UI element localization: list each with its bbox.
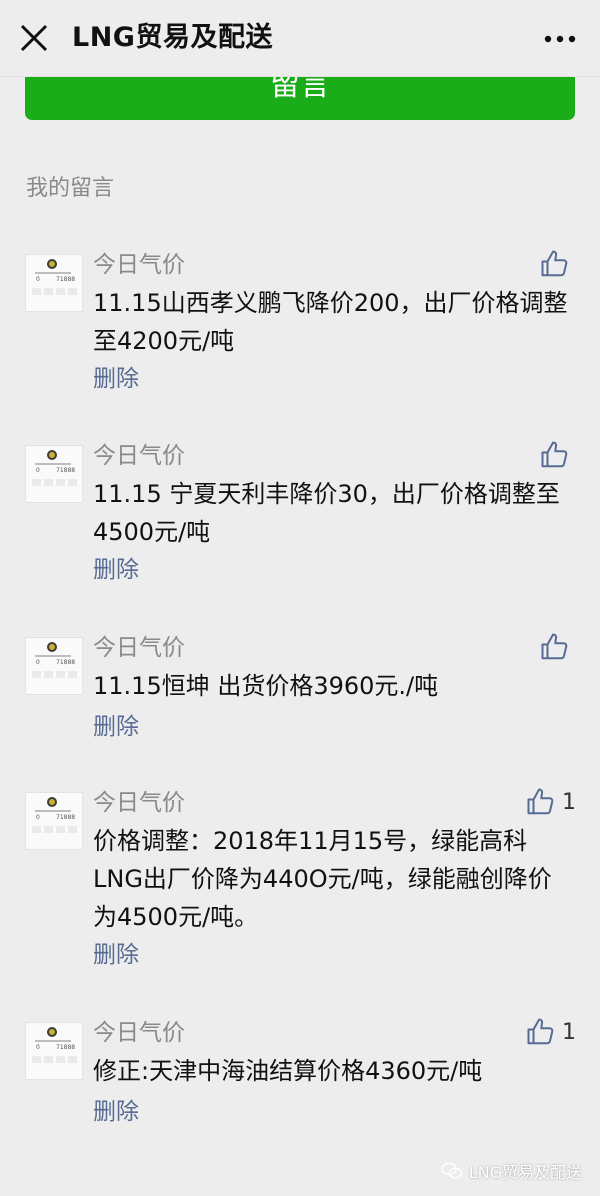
comment-text: 修正:天津中海油结算价格4360元/吨 xyxy=(93,1057,483,1085)
close-button[interactable] xyxy=(12,16,56,60)
delete-link[interactable]: 删除 xyxy=(93,712,139,742)
comment-text: 11.15山西孝义鹏飞降价200，出厂价格调整至4200元/吨 xyxy=(93,289,568,355)
avatar: 0 71888 xyxy=(25,637,83,695)
thumbs-up-icon xyxy=(527,788,554,815)
delete-link[interactable]: 删除 xyxy=(93,1097,139,1127)
like-count: 1 xyxy=(562,789,576,815)
thumbs-up-icon xyxy=(527,1018,554,1045)
section-title: 我的留言 xyxy=(26,176,115,201)
page-title: LNG贸易及配送 xyxy=(72,22,273,53)
avatar: 0 71888 xyxy=(25,1022,83,1080)
comment-nickname: 今日气价 xyxy=(93,443,185,469)
more-icon xyxy=(544,35,576,43)
avatar: 0 71888 xyxy=(25,254,83,312)
watermark-text: LNG贸易及配送 xyxy=(468,1163,582,1182)
like-button[interactable] xyxy=(540,437,576,473)
like-button[interactable] xyxy=(540,246,576,282)
thumbs-up-icon xyxy=(541,441,568,468)
thumbs-up-icon xyxy=(541,633,568,660)
comment-nickname: 今日气价 xyxy=(93,790,185,816)
comment-nickname: 今日气价 xyxy=(93,252,185,278)
more-button[interactable] xyxy=(538,22,582,56)
like-button[interactable] xyxy=(540,629,576,665)
like-count: 1 xyxy=(562,1019,576,1045)
top-bar: LNG贸易及配送 xyxy=(0,0,600,77)
wechat-icon xyxy=(441,1162,462,1179)
watermark: LNG贸易及配送 xyxy=(441,1158,582,1184)
comment-text: 11.15 宁夏天利丰降价30，出厂价格调整至4500元/吨 xyxy=(93,480,560,546)
avatar: 0 71888 xyxy=(25,792,83,850)
delete-link[interactable]: 删除 xyxy=(93,940,139,970)
comment-text: 价格调整：2018年11月15号，绿能高科LNG出厂价降为440O元/吨，绿能融… xyxy=(93,827,552,931)
comment-text: 11.15恒坤 出货价格3960元./吨 xyxy=(93,672,439,700)
delete-link[interactable]: 删除 xyxy=(93,555,139,585)
comment-nickname: 今日气价 xyxy=(93,1020,185,1046)
avatar: 0 71888 xyxy=(25,445,83,503)
comment-nickname: 今日气价 xyxy=(93,635,185,661)
close-icon xyxy=(20,24,48,52)
delete-link[interactable]: 删除 xyxy=(93,364,139,394)
thumbs-up-icon xyxy=(541,250,568,277)
like-button[interactable]: 1 xyxy=(526,1014,576,1050)
like-button[interactable]: 1 xyxy=(526,784,576,820)
